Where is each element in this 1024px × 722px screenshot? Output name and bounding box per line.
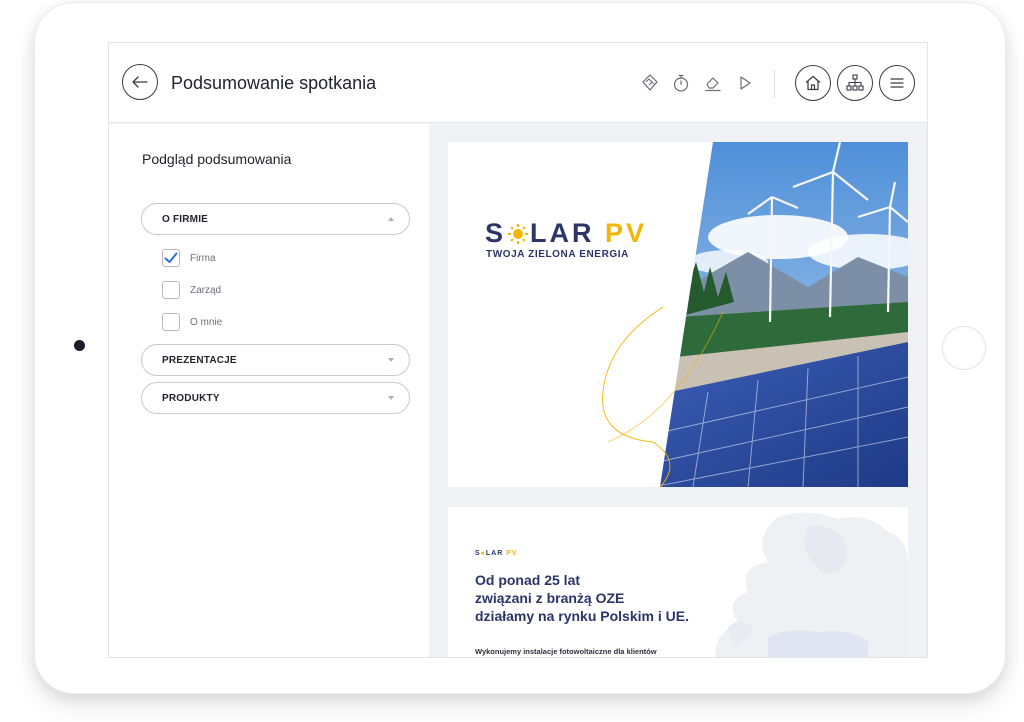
chevron-up-icon — [388, 217, 394, 221]
solarpv-logo: S LAR PV — [485, 218, 647, 249]
camera-dot — [74, 340, 85, 351]
top-bar: Podsumowanie spotkania — [109, 43, 927, 123]
checkbox-row-firma[interactable]: Firma — [162, 248, 216, 268]
summary-preview: S LAR PV TWOJA ZIELONA ENERGIA S●LAR PV … — [429, 124, 927, 657]
section-o-firmie[interactable]: O FIRMIE — [141, 203, 410, 235]
cover-photo — [602, 142, 908, 487]
sun-icon — [508, 220, 529, 244]
home-icon — [805, 75, 821, 91]
slide-cover: S LAR PV TWOJA ZIELONA ENERGIA — [448, 142, 908, 487]
logo-letter-s: S — [485, 218, 507, 248]
checkbox-label: O mnie — [190, 316, 223, 328]
section-label: PREZENTACJE — [162, 354, 237, 366]
summary-sidebar: Podgląd podsumowania O FIRMIE Firma Zarz… — [109, 124, 429, 657]
checkbox[interactable] — [162, 313, 180, 331]
app-screen: Podsumowanie spotkania Podgląd podsumowa… — [108, 42, 928, 658]
slide-body-text: Wykonujemy instalacje fotowoltaiczne dla… — [475, 647, 657, 656]
heading-line: związani z branżą OZE — [475, 590, 625, 606]
back-button[interactable] — [122, 64, 158, 100]
logo-letters: LAR — [485, 550, 504, 557]
play-button[interactable] — [734, 72, 756, 94]
chevron-down-icon — [388, 396, 394, 400]
slide-about: S●LAR PV Od ponad 25 lat związani z bran… — [448, 507, 908, 657]
checkmark-icon — [164, 252, 178, 263]
heading-line: Od ponad 25 lat — [475, 572, 581, 588]
home-button[interactable] — [795, 65, 831, 101]
menu-button[interactable] — [879, 65, 915, 101]
sitemap-icon — [846, 74, 864, 91]
eraser-button[interactable] — [702, 72, 724, 94]
handshake-button[interactable] — [639, 72, 661, 94]
logo-letters: LAR — [530, 218, 595, 248]
arrow-left-icon — [132, 76, 148, 88]
logo-pv: PV — [605, 218, 648, 248]
solarpv-small-logo: S●LAR PV — [475, 550, 518, 557]
eraser-icon — [705, 77, 721, 92]
sitemap-button[interactable] — [837, 65, 873, 101]
play-icon — [740, 76, 751, 90]
section-produkty[interactable]: PRODUKTY — [141, 382, 410, 414]
checkbox-row-zarzad[interactable]: Zarząd — [162, 280, 221, 300]
checkbox-label: Zarząd — [190, 284, 222, 296]
timer-button[interactable] — [670, 72, 692, 94]
logo-pv: PV — [506, 550, 518, 557]
chevron-down-icon — [388, 358, 394, 362]
device-home-button[interactable] — [942, 326, 986, 370]
section-label: PRODUKTY — [162, 392, 220, 404]
slide-tagline: TWOJA ZIELONA ENERGIA — [486, 249, 629, 260]
timer-icon — [673, 74, 689, 92]
heading-line: działamy na rynku Polskim i UE. — [475, 608, 689, 624]
section-prezentacje[interactable]: PREZENTACJE — [141, 344, 410, 376]
toolbar-divider — [774, 71, 775, 97]
menu-icon — [890, 78, 904, 88]
checkbox[interactable] — [162, 249, 180, 267]
slide-heading: Od ponad 25 lat związani z branżą OZE dz… — [475, 571, 689, 625]
checkbox-label: Firma — [190, 252, 216, 264]
checkbox[interactable] — [162, 281, 180, 299]
checkbox-row-o-mnie[interactable]: O mnie — [162, 312, 222, 332]
handshake-icon — [642, 74, 658, 91]
section-label: O FIRMIE — [162, 213, 209, 225]
page-title: Podsumowanie spotkania — [171, 73, 377, 93]
sidebar-title: Podgląd podsumowania — [142, 151, 292, 167]
